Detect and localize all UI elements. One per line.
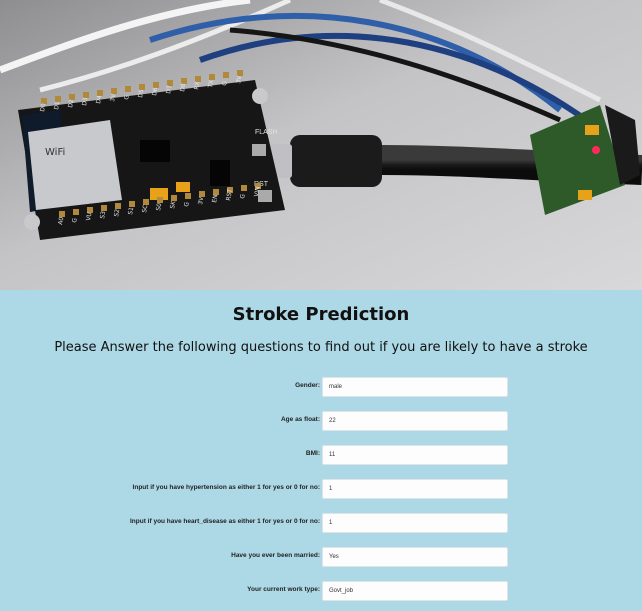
header-pin [129,201,135,207]
usb-connector [290,135,382,187]
pin-label: S2 [113,208,121,217]
work-type-input[interactable]: Govt_job [322,581,508,601]
hypertension-input[interactable]: 1 [322,479,508,499]
pin-label: EN [211,194,219,203]
pin-label: D0 [39,103,47,113]
nodemcu-photo-illustration: WiFi FLASH RST D0D1D2D3D43VGD5D6D7D8RXTX… [0,0,642,290]
chip [210,160,230,186]
mount-hole [252,88,268,104]
heart-disease-input[interactable]: 1 [322,513,508,533]
header-pin [101,205,107,211]
flash-button [252,144,266,156]
flash-label: FLASH [255,129,278,136]
form-row-age: Age as float: 22 [0,411,642,431]
sensor-chip [585,125,599,135]
gender-input[interactable]: male [322,377,508,397]
pin-label: D7 [165,85,173,95]
form-row-married: Have you ever been married: Yes [0,547,642,567]
pin-label: D3 [81,97,89,107]
hardware-photo: WiFi FLASH RST D0D1D2D3D43VGD5D6D7D8RXTX… [0,0,642,290]
header-pin [185,193,191,199]
rf-shield [28,120,122,210]
header-pin [223,72,229,78]
pin-label: S3 [99,210,107,219]
header-pin [237,70,243,76]
hypertension-label: Input if you have hypertension as either… [132,484,320,491]
header-pin [125,86,131,92]
bmi-input[interactable]: 11 [322,445,508,465]
gender-label: Gender: [295,382,320,389]
pin-label: D8 [179,83,187,93]
heart-disease-label: Input if you have heart_disease as eithe… [129,518,320,525]
pin-label: D1 [53,101,61,111]
pin-label: D5 [137,89,145,99]
header-pin [241,185,247,191]
age-label: Age as float: [280,416,320,423]
stroke-prediction-form: Stroke Prediction Please Answer the foll… [0,290,642,611]
form-row-gender: Gender: male [0,377,642,397]
pin-label: D4 [95,95,103,105]
mount-hole [24,214,40,230]
bmi-label: BMI: [305,450,320,457]
power-led [592,146,600,154]
header-pin [199,191,205,197]
pin-label: VU [85,212,93,222]
capacitor [176,182,190,192]
pin-label: S1 [127,206,135,215]
page-subtitle: Please Answer the following questions to… [54,340,588,355]
pin-label: D6 [151,87,159,97]
form-row-bmi: BMI: 11 [0,445,642,465]
age-input[interactable]: 22 [322,411,508,431]
form-row-hypertension: Input if you have hypertension as either… [0,479,642,499]
module-label: WiFi [45,147,65,158]
pin-label: RX [193,81,201,90]
header-pin [209,74,215,80]
pin-label: SC [141,204,149,213]
header-pin [195,76,201,82]
pin-label: S0 [155,202,163,211]
sensor-chip [578,190,592,200]
form-row-work-type: Your current work type: Govt_job [0,581,642,601]
header-pin [115,203,121,209]
work-type-label: Your current work type: [247,586,320,593]
header-pin [157,197,163,203]
form-row-heart-disease: Input if you have heart_disease as eithe… [0,513,642,533]
married-label: Have you ever been married: [231,552,320,559]
chip [140,140,170,162]
header-pin [73,209,79,215]
header-pin [111,88,117,94]
header-pin [213,189,219,195]
page-title: Stroke Prediction [232,304,410,325]
header-pin [143,199,149,205]
married-input[interactable]: Yes [322,547,508,567]
pin-label: A0 [57,216,65,225]
header-pin [59,211,65,217]
pin-label: D2 [67,99,75,109]
header-pin [171,195,177,201]
